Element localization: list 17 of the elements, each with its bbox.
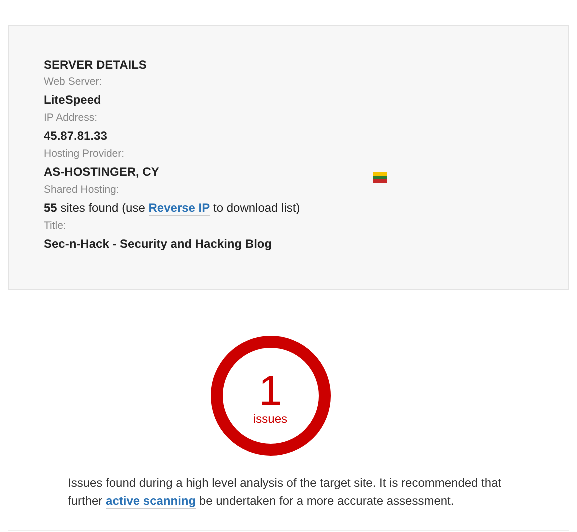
shared-hosting-text: 55 sites found (use Reverse IP to download list) bbox=[44, 200, 302, 217]
issue-unit: issues bbox=[253, 412, 288, 426]
field-value: Sec-n-Hack - Security and Hacking Blog bbox=[44, 236, 272, 253]
flag-icon bbox=[373, 172, 387, 183]
field-value: 45.87.81.33 bbox=[44, 128, 108, 145]
field-label: Shared Hosting: bbox=[44, 183, 120, 198]
field-value: AS-HOSTINGER, CY bbox=[44, 164, 160, 181]
field-label: IP Address: bbox=[44, 111, 99, 126]
field-label: Hosting Provider: bbox=[44, 147, 126, 162]
field-value: LiteSpeed bbox=[44, 92, 102, 109]
section-heading: SERVER DETAILS bbox=[44, 57, 148, 73]
issues-note: Issues found during a high level analysis of the target site. It is recommended that further active scanning be undertaken for a more accurate assessment. bbox=[68, 475, 503, 510]
reverse-ip-link[interactable]: Reverse IP bbox=[148, 201, 210, 216]
field-label: Title: bbox=[44, 219, 68, 234]
field-label: Web Server: bbox=[44, 75, 104, 90]
active-scanning-link[interactable]: active scanning bbox=[106, 494, 196, 509]
issue-count: 1 bbox=[258, 370, 282, 412]
